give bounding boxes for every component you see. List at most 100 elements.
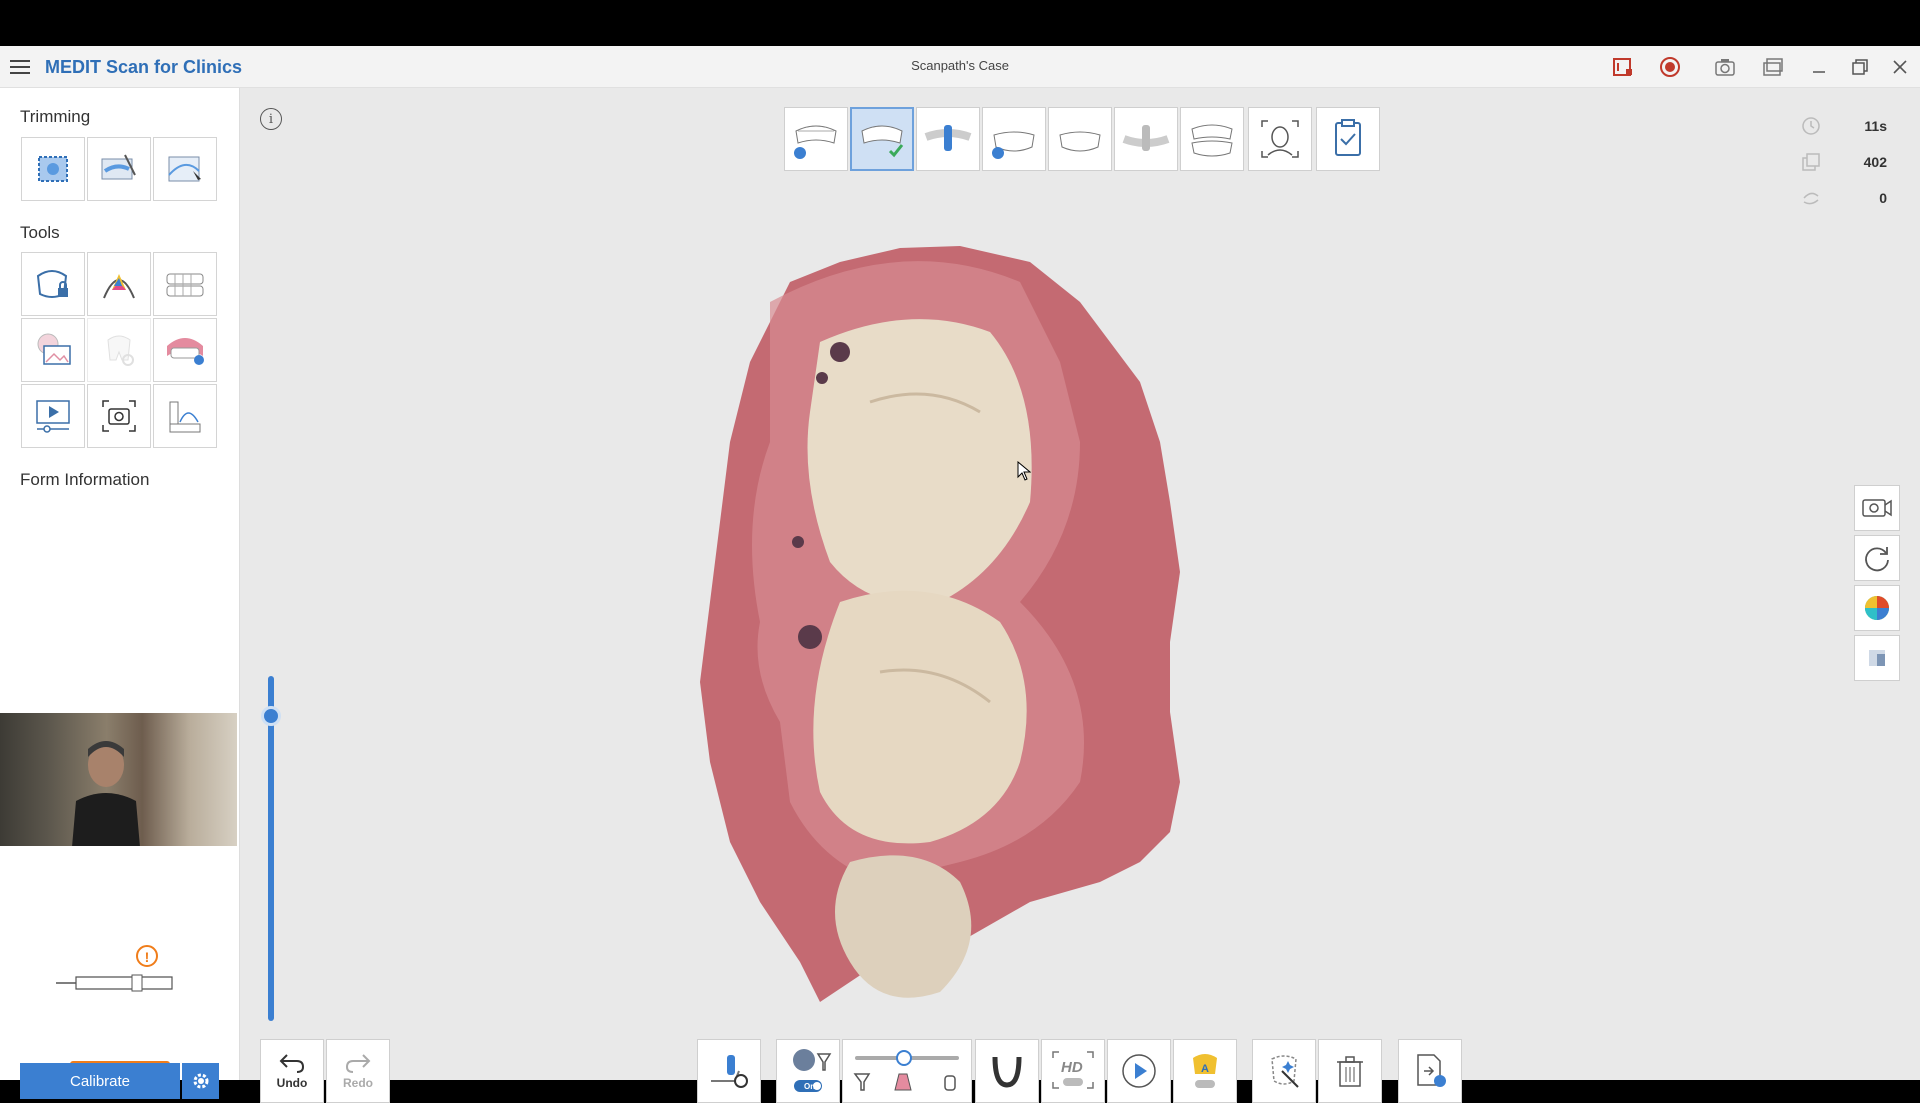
stage-lower-jaw-2[interactable] (1048, 107, 1112, 171)
timer-icon (1802, 117, 1820, 135)
arch-teeth-icon (166, 273, 204, 297)
hd-off-icon: HD (1052, 1051, 1094, 1089)
tooth-search-icon (107, 335, 134, 366)
upper-jaw-icon (794, 125, 837, 159)
disabled-tooth-tool-button[interactable] (87, 318, 151, 382)
tools-title: Tools (20, 223, 60, 242)
window-switch-icon[interactable] (1756, 52, 1790, 82)
filter-on-icon: On (793, 1049, 832, 1092)
lower-scanbody-icon (1122, 125, 1170, 151)
app-window: MEDIT Scan for Clinics Scanpath's Case T… (0, 46, 1920, 1103)
trim-brush-button[interactable] (87, 137, 151, 201)
ai-scan-button[interactable]: A (1173, 1039, 1237, 1103)
overlay-image-icon (37, 333, 71, 365)
info-icon[interactable]: i (260, 108, 282, 130)
scan-area-button[interactable] (697, 1039, 761, 1103)
left-panel: Trimming Tools Form Information ! Calibr… (0, 88, 240, 1099)
redo-button[interactable]: Redo (326, 1039, 390, 1103)
delete-button[interactable] (1318, 1039, 1382, 1103)
scan-depth-slider-knob[interactable] (261, 706, 281, 726)
stage-lower-jaw[interactable] (982, 107, 1046, 171)
filter-toggle-button[interactable]: On (776, 1039, 840, 1103)
redo-icon (345, 1054, 371, 1073)
gingiva-tool-button[interactable] (153, 318, 217, 382)
cube-icon (1869, 650, 1885, 666)
app-title: MEDIT Scan for Clinics (45, 57, 243, 77)
export-document-icon (1417, 1054, 1446, 1087)
tooth-scan-model[interactable] (700, 242, 1220, 1022)
color-wheel-icon (1865, 596, 1889, 620)
video-camera-icon (1862, 499, 1892, 517)
stage-upper-jaw-done[interactable] (850, 107, 914, 171)
arch-icon (992, 1056, 1022, 1088)
measure-tool-button[interactable] (153, 384, 217, 448)
lock-tool-button[interactable] (21, 252, 85, 316)
record-video-button[interactable] (1854, 485, 1900, 531)
scanner-calibration-graphic: ! (52, 943, 177, 1003)
overlay-tool-button[interactable] (21, 318, 85, 382)
trim-select-button[interactable] (21, 137, 85, 201)
title-bar: MEDIT Scan for Clinics Scanpath's Case (0, 46, 1920, 88)
ruler-icon (169, 401, 201, 433)
ai-tooth-icon: A (1193, 1054, 1217, 1088)
frame-count: 402 (1863, 154, 1887, 170)
trim-curve-button[interactable] (153, 137, 217, 201)
stage-review[interactable] (1316, 107, 1380, 171)
gear-icon (193, 1073, 208, 1089)
third-stat: 0 (1879, 190, 1887, 206)
sync-icon (1803, 192, 1819, 205)
screenshot-icon[interactable] (1708, 52, 1742, 82)
close-icon[interactable] (1883, 52, 1917, 82)
export-button[interactable] (1398, 1039, 1462, 1103)
lower-jaw-icon (992, 131, 1035, 159)
upper-jaw-check-icon (861, 125, 904, 158)
rotate-icon (1865, 547, 1889, 572)
trimming-title: Trimming (20, 107, 91, 126)
undo-label: Undo (276, 1076, 308, 1090)
presenter-image (72, 741, 140, 846)
arch-tool-button[interactable] (153, 252, 217, 316)
checklist-icon (1335, 119, 1361, 156)
svg-text:!: ! (145, 949, 150, 965)
video-play-icon (36, 400, 70, 433)
form-icon[interactable] (1606, 52, 1640, 82)
calibrate-button[interactable]: Calibrate (20, 1063, 180, 1099)
curve-trim-icon (168, 156, 201, 182)
color-map-button[interactable] (1854, 585, 1900, 631)
smart-remove-button[interactable] (1252, 1039, 1316, 1103)
capture-tool-button[interactable] (87, 384, 151, 448)
minimize-icon[interactable] (1802, 52, 1836, 82)
calibration-settings-button[interactable] (182, 1063, 219, 1099)
brush-trim-icon (101, 154, 136, 180)
mouse-cursor (1017, 461, 1031, 481)
reset-view-button[interactable] (1854, 535, 1900, 581)
svg-text:A: A (1201, 1063, 1209, 1075)
arch-mode-button[interactable] (975, 1039, 1039, 1103)
gum-teeth-icon (167, 338, 204, 365)
record-icon[interactable] (1653, 52, 1687, 82)
form-information-title: Form Information (20, 470, 150, 489)
undo-button[interactable]: Undo (260, 1039, 324, 1103)
stage-upper-jaw[interactable] (784, 107, 848, 171)
filter-level-slider[interactable] (842, 1039, 972, 1103)
lock-tooth-icon (36, 270, 68, 298)
webcam-feed (0, 713, 237, 846)
stage-occlusion[interactable] (1180, 107, 1244, 171)
restore-icon[interactable] (1843, 52, 1877, 82)
stage-lower-scanbody[interactable] (1114, 107, 1178, 171)
stage-scanbody[interactable] (916, 107, 980, 171)
occlusion-icon (1191, 124, 1233, 157)
menu-icon[interactable] (8, 56, 32, 78)
face-scan-icon (1261, 120, 1299, 158)
scanbody-icon (924, 125, 972, 151)
hd-mode-button[interactable]: HD (1041, 1039, 1105, 1103)
trim-box-icon (38, 156, 68, 182)
scan-depth-slider[interactable] (268, 676, 274, 1021)
analysis-tool-button[interactable] (87, 252, 151, 316)
magic-erase-icon (1271, 1055, 1299, 1088)
stage-face-scan[interactable] (1248, 107, 1312, 171)
play-button[interactable] (1107, 1039, 1171, 1103)
scanner-search-icon (711, 1055, 748, 1088)
video-tool-button[interactable] (21, 384, 85, 448)
view-mode-button[interactable] (1854, 635, 1900, 681)
